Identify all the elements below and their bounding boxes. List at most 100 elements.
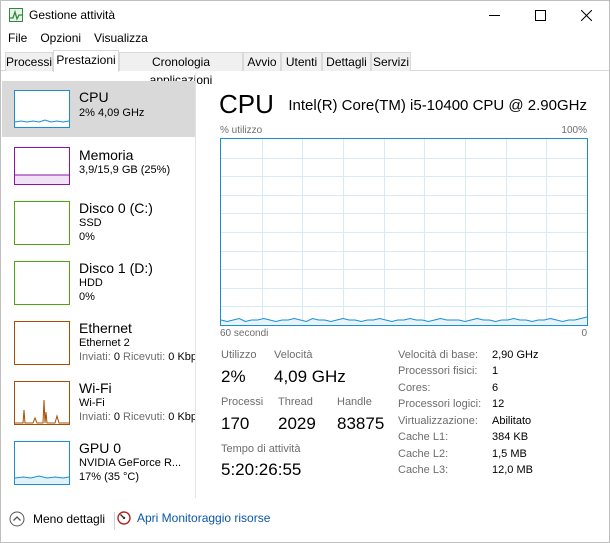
threads-value: 2029	[278, 414, 316, 433]
tab-processi[interactable]: Processi	[5, 52, 53, 71]
graph-time-span-label: 60 secondi	[220, 328, 269, 339]
uptime-label: Tempo di attività	[221, 443, 301, 455]
open-resource-monitor-link[interactable]: Apri Monitoraggio risorse	[117, 511, 270, 525]
task-manager-window: Gestione attività File Opzioni Visualizz…	[0, 0, 610, 543]
cache-l1-value: 384 KB	[492, 431, 529, 443]
disk-graph-thumbnail	[14, 201, 70, 245]
title-bar: Gestione attività	[1, 1, 609, 30]
open-resource-monitor-label: Apri Monitoraggio risorse	[137, 511, 271, 525]
sidebar-item-detail: 2% 4,09 GHz	[79, 107, 145, 119]
graph-y-axis-label: % utilizzo	[220, 125, 263, 136]
base-speed-value: 2,90 GHz	[492, 349, 539, 361]
cache-l1-label: Cache L1:	[398, 431, 449, 443]
processes-label: Processi	[221, 396, 264, 408]
window-title: Gestione attività	[29, 8, 116, 22]
uptime-value: 5:20:26:55	[221, 460, 302, 479]
close-button[interactable]	[563, 1, 609, 30]
sidebar-item-gpu-0[interactable]: GPU 0 NVIDIA GeForce R... 17% (35 °C)	[2, 436, 195, 496]
chevron-up-circle-icon	[9, 511, 25, 527]
sidebar-item-usage: 0%	[79, 231, 95, 243]
sidebar-item-adapter: Wi-Fi	[79, 397, 105, 409]
sidebar-item-name: GPU 0	[79, 440, 122, 456]
maximize-icon	[534, 10, 546, 21]
tab-prestazioni[interactable]: Prestazioni	[53, 50, 119, 72]
tab-avvio[interactable]: Avvio	[243, 52, 281, 71]
performance-sidebar: CPU 2% 4,09 GHz Memoria 3,9/15,9 GB (25%…	[2, 73, 196, 498]
received-value: 0 Kbp	[168, 351, 196, 363]
sidebar-item-adapter: NVIDIA GeForce R...	[79, 457, 182, 469]
received-label: Ricevuti:	[123, 411, 166, 423]
received-label: Ricevuti:	[123, 351, 166, 363]
utilization-label: Utilizzo	[221, 349, 257, 361]
cpu-model-name: Intel(R) Core(TM) i5-10400 CPU @ 2.90GHz	[288, 97, 587, 114]
menu-opzioni[interactable]: Opzioni	[33, 30, 87, 48]
sidebar-item-usage: 17% (35 °C)	[79, 471, 140, 483]
sidebar-item-name: CPU	[79, 89, 109, 105]
cache-l3-label: Cache L3:	[398, 464, 449, 476]
page-title: CPU	[219, 89, 274, 119]
menu-visualizza[interactable]: Visualizza	[87, 30, 154, 48]
tab-cronologia-applicazioni[interactable]: Cronologia applicazioni	[119, 52, 243, 87]
virtualization-label: Virtualizzazione:	[398, 415, 478, 427]
cache-l2-label: Cache L2:	[398, 448, 449, 460]
gpu-graph-thumbnail	[14, 441, 70, 485]
memory-graph-thumbnail	[14, 147, 70, 185]
sidebar-item-name: Memoria	[79, 147, 134, 163]
cpu-graph-thumbnail	[14, 90, 70, 128]
sent-label: Inviati:	[79, 411, 111, 423]
sent-label: Inviati:	[79, 351, 111, 363]
tab-servizi[interactable]: Servizi	[371, 52, 411, 71]
sidebar-item-name: Disco 0 (C:)	[79, 200, 153, 216]
minimize-icon	[488, 15, 500, 16]
tab-dettagli[interactable]: Dettagli	[322, 52, 371, 71]
task-manager-icon	[9, 8, 23, 22]
logical-processors-label: Processori logici:	[398, 398, 482, 410]
sockets-label: Processori fisici:	[398, 365, 478, 377]
sidebar-item-usage: 0%	[79, 291, 95, 303]
network-graph-thumbnail	[14, 381, 70, 425]
sockets-value: 1	[492, 365, 499, 377]
tab-bar: Processi Prestazioni Cronologia applicaz…	[1, 50, 609, 87]
sidebar-item-memoria[interactable]: Memoria 3,9/15,9 GB (25%)	[2, 141, 195, 201]
graph-y-max-label: 100%	[561, 125, 587, 136]
sidebar-item-ethernet[interactable]: Ethernet Ethernet 2 Inviati: 0 Ricevuti:…	[2, 316, 196, 376]
graph-time-end-label: 0	[581, 328, 587, 339]
sent-value: 0	[113, 351, 120, 363]
logical-processors-value: 12	[492, 398, 505, 410]
sidebar-item-throughput: Inviati: 0 Ricevuti: 0 Kbp	[79, 411, 196, 424]
tab-utenti[interactable]: Utenti	[281, 52, 322, 71]
menu-bar: File Opzioni Visualizza	[1, 30, 154, 48]
handles-label: Handle	[337, 396, 372, 408]
base-speed-label: Velocità di base:	[398, 349, 479, 361]
speed-label: Velocità	[274, 349, 313, 361]
sidebar-item-disco-0[interactable]: Disco 0 (C:) SSD 0%	[2, 196, 195, 256]
sidebar-item-type: SSD	[79, 217, 102, 229]
received-value: 0 Kbp	[168, 411, 196, 423]
network-graph-thumbnail	[14, 321, 70, 365]
sidebar-item-name: Disco 1 (D:)	[79, 260, 153, 276]
handles-value: 83875	[337, 414, 385, 433]
maximize-button[interactable]	[517, 1, 563, 30]
cache-l3-value: 12,0 MB	[492, 464, 533, 476]
resource-monitor-icon	[117, 511, 131, 525]
sidebar-item-adapter: Ethernet 2	[79, 337, 130, 349]
sidebar-item-cpu[interactable]: CPU 2% 4,09 GHz	[2, 81, 195, 137]
menu-file[interactable]: File	[1, 30, 33, 48]
footer-bar: Meno dettagli Apri Monitoraggio risorse	[1, 504, 609, 542]
fewer-details-button[interactable]: Meno dettagli	[9, 511, 105, 527]
cores-label: Cores:	[398, 382, 431, 394]
virtualization-value: Abilitato	[492, 415, 532, 427]
cpu-graph-canvas	[220, 139, 588, 325]
close-icon	[580, 10, 592, 21]
sidebar-item-wifi[interactable]: Wi-Fi Wi-Fi Inviati: 0 Ricevuti: 0 Kbp	[2, 376, 196, 436]
threads-label: Thread	[278, 396, 313, 408]
minimize-button[interactable]	[471, 1, 517, 30]
cpu-utilization-graph	[220, 138, 588, 326]
sidebar-item-detail: 3,9/15,9 GB (25%)	[79, 164, 171, 176]
sidebar-item-type: HDD	[79, 277, 103, 289]
disk-graph-thumbnail	[14, 261, 70, 305]
fewer-details-label: Meno dettagli	[33, 512, 106, 526]
sidebar-item-disco-1[interactable]: Disco 1 (D:) HDD 0%	[2, 256, 195, 316]
utilization-value: 2%	[221, 367, 246, 386]
cores-value: 6	[492, 382, 499, 394]
